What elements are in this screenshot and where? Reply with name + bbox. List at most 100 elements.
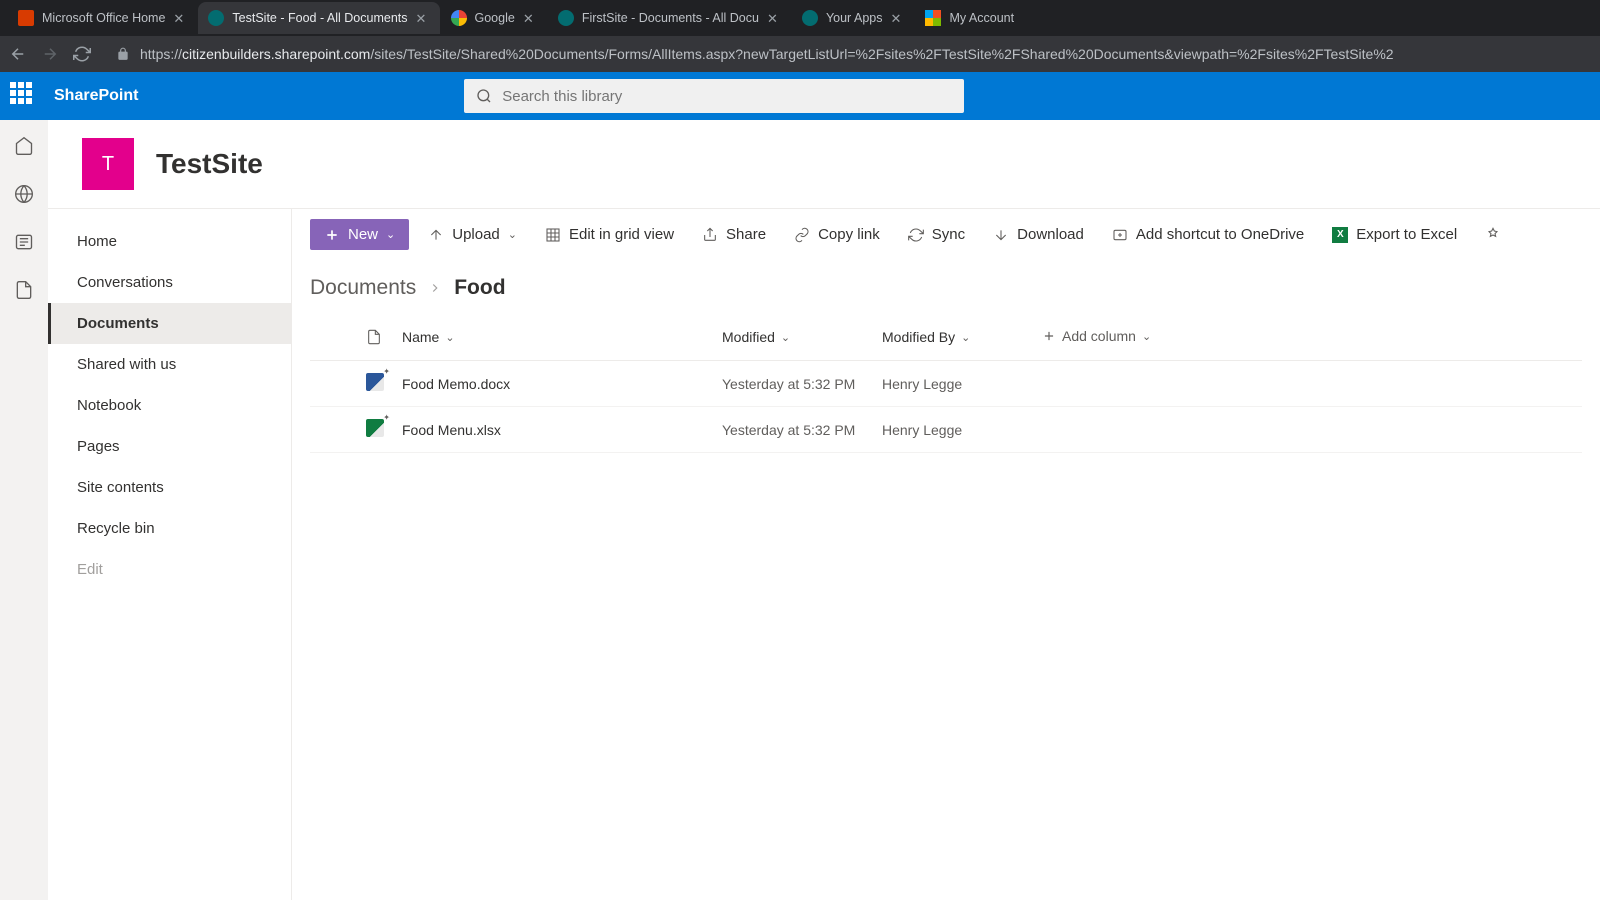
tab-title: Microsoft Office Home [42,11,165,25]
forward-icon[interactable] [40,44,60,64]
url-bar[interactable]: https://citizenbuilders.sharepoint.com/s… [104,46,1592,62]
close-icon[interactable]: ✕ [767,11,781,25]
chevron-down-icon: ⌄ [508,228,517,241]
file-name[interactable]: Food Menu.xlsx [394,407,714,453]
download-button[interactable]: Download [984,219,1093,250]
download-label: Download [1017,226,1084,243]
office-icon [18,10,34,26]
google-icon [451,10,467,26]
table-row[interactable]: ✦Food Memo.docxYesterday at 5:32 PMHenry… [310,361,1582,407]
col-modified-by[interactable]: Modified By ⌄ [882,329,970,345]
browser-tabs: Microsoft Office Home ✕ TestSite - Food … [0,0,1600,36]
nav-notebook[interactable]: Notebook [48,385,291,426]
browser-address-bar: https://citizenbuilders.sharepoint.com/s… [0,36,1600,72]
nav-site-contents[interactable]: Site contents [48,467,291,508]
search-input[interactable] [502,88,952,105]
chevron-down-icon: ⌄ [386,228,395,241]
microsoft-icon [925,10,941,26]
close-icon[interactable]: ✕ [173,11,187,25]
chevron-down-icon: ⌄ [961,331,970,344]
more-button[interactable] [1476,220,1510,250]
breadcrumb-current: Food [454,276,505,300]
share-button[interactable]: Share [693,219,775,250]
files-icon[interactable] [14,280,34,300]
sharepoint-icon [208,10,224,26]
browser-tab-5[interactable]: My Account [915,2,1024,34]
nav-pages[interactable]: Pages [48,426,291,467]
document-library: New ⌄ Upload ⌄ Edit in grid view Sh [292,209,1600,900]
copy-link-button[interactable]: Copy link [785,219,889,250]
nav-home[interactable]: Home [48,221,291,262]
left-nav: Home Conversations Documents Shared with… [48,209,292,900]
nav-conversations[interactable]: Conversations [48,262,291,303]
breadcrumb-parent[interactable]: Documents [310,276,416,300]
new-badge-icon: ✦ [383,413,390,422]
search-box[interactable] [464,79,964,113]
file-table: Name ⌄ Modified ⌄ [310,314,1582,453]
search-icon [476,88,492,104]
browser-tab-0[interactable]: Microsoft Office Home ✕ [8,2,197,34]
tab-title: My Account [949,11,1014,25]
site-title[interactable]: TestSite [156,148,263,180]
chevron-down-icon: ⌄ [445,331,454,344]
export-label: Export to Excel [1356,226,1457,243]
sync-label: Sync [932,226,965,243]
close-icon[interactable]: ✕ [890,11,904,25]
suite-brand[interactable]: SharePoint [54,87,138,105]
export-excel-button[interactable]: X Export to Excel [1323,219,1466,250]
home-icon[interactable] [14,136,34,156]
site-header: T TestSite [48,120,1600,208]
news-icon[interactable] [14,232,34,252]
nav-edit[interactable]: Edit [48,549,291,590]
file-name[interactable]: Food Memo.docx [394,361,714,407]
sync-button[interactable]: Sync [899,219,974,250]
col-fileicon[interactable] [358,314,394,361]
new-button[interactable]: New ⌄ [310,219,409,250]
file-modified-by: Henry Legge [874,361,1034,407]
sharepoint-icon [558,10,574,26]
upload-label: Upload [452,226,500,243]
lock-icon [116,47,130,61]
word-file-icon: ✦ [366,373,384,391]
nav-recycle-bin[interactable]: Recycle bin [48,508,291,549]
app-launcher-icon[interactable] [10,82,38,110]
copy-link-label: Copy link [818,226,880,243]
col-add-column[interactable]: Add column ⌄ [1042,328,1151,344]
reload-icon[interactable] [72,44,92,64]
breadcrumb: Documents Food [292,260,1600,306]
new-label: New [348,226,378,243]
excel-file-icon: ✦ [366,419,384,437]
close-icon[interactable]: ✕ [416,11,430,25]
browser-tab-4[interactable]: Your Apps ✕ [792,2,915,34]
nav-documents[interactable]: Documents [48,303,291,344]
share-label: Share [726,226,766,243]
close-icon[interactable]: ✕ [523,11,537,25]
suite-bar: SharePoint [0,72,1600,120]
nav-shared-with-us[interactable]: Shared with us [48,344,291,385]
file-modified-by: Henry Legge [874,407,1034,453]
col-modified[interactable]: Modified ⌄ [722,329,790,345]
upload-button[interactable]: Upload ⌄ [419,219,526,250]
col-name[interactable]: Name ⌄ [402,329,455,345]
table-row[interactable]: ✦Food Menu.xlsxYesterday at 5:32 PMHenry… [310,407,1582,453]
browser-tab-2[interactable]: Google ✕ [441,2,547,34]
add-shortcut-button[interactable]: Add shortcut to OneDrive [1103,219,1313,250]
chevron-right-icon [428,281,442,295]
browser-tab-1[interactable]: TestSite - Food - All Documents ✕ [198,2,439,34]
excel-icon: X [1332,227,1348,243]
tab-title: FirstSite - Documents - All Docu [582,11,759,25]
browser-tab-3[interactable]: FirstSite - Documents - All Docu ✕ [548,2,791,34]
tab-title: TestSite - Food - All Documents [232,11,407,25]
col-select[interactable] [310,314,358,361]
chevron-down-icon: ⌄ [1142,330,1151,343]
back-icon[interactable] [8,44,28,64]
tab-title: Google [475,11,515,25]
globe-icon[interactable] [14,184,34,204]
edit-grid-button[interactable]: Edit in grid view [536,219,683,250]
command-bar: New ⌄ Upload ⌄ Edit in grid view Sh [292,209,1600,260]
url-text: https://citizenbuilders.sharepoint.com/s… [140,46,1394,62]
tab-title: Your Apps [826,11,883,25]
site-logo[interactable]: T [82,138,134,190]
app-rail [0,120,48,900]
new-badge-icon: ✦ [383,367,390,376]
